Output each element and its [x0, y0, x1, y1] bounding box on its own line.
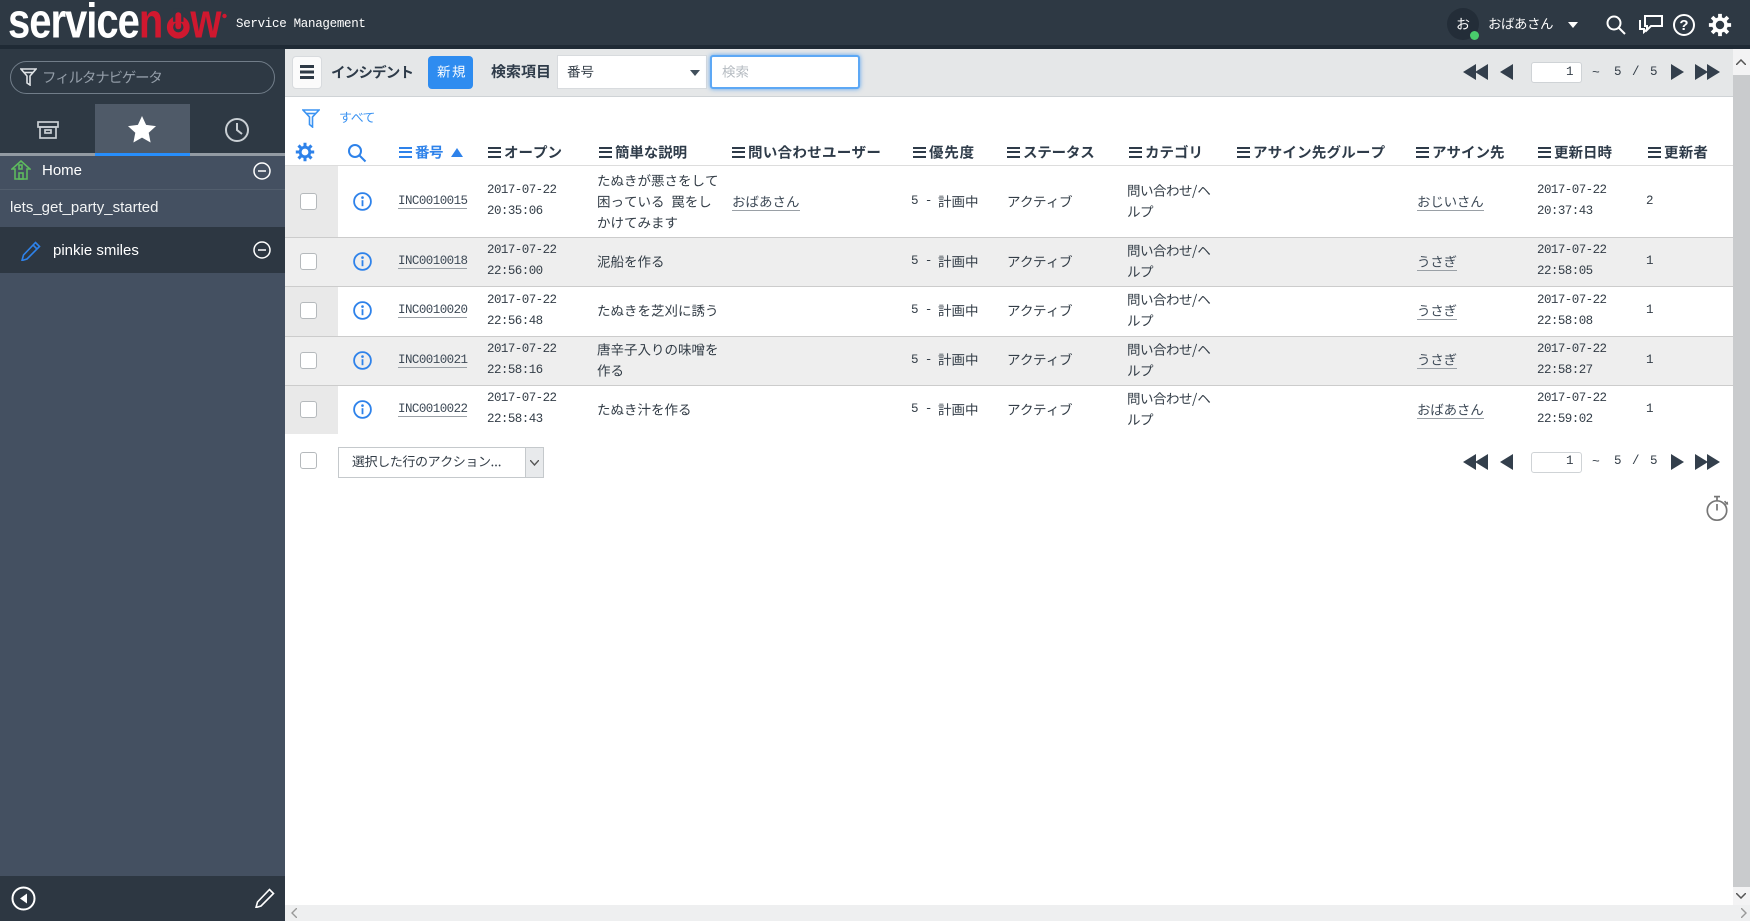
svg-text:?: ?	[1679, 17, 1688, 34]
